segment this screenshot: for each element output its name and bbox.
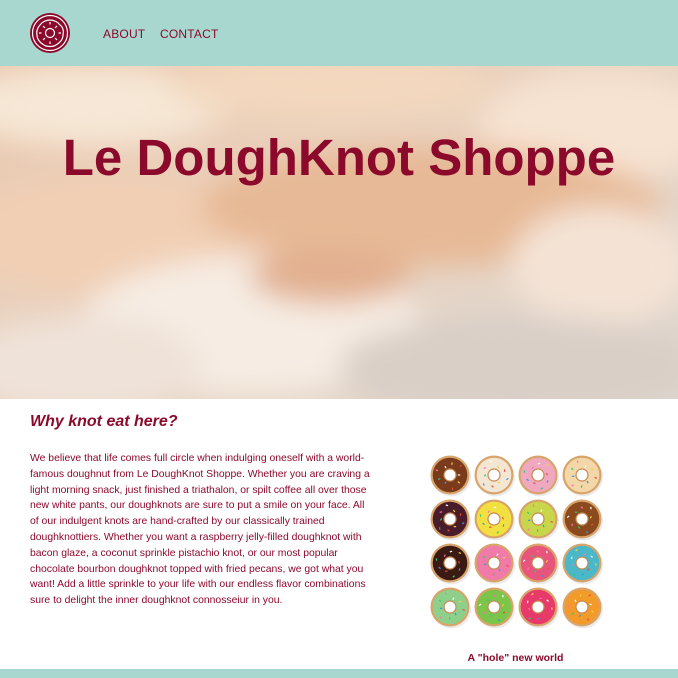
hero-title: Le DoughKnot Shoppe [62,129,616,186]
hero-background-image [0,66,678,399]
image-caption: A "hole" new world [467,652,564,664]
page: ABOUT CONTACT Le DoughKnot Shoppe Why kn… [0,0,678,678]
nav-about-link[interactable]: ABOUT [103,27,145,41]
donut-logo-icon[interactable] [29,12,71,54]
donut-grid-image [418,450,613,645]
hero-banner: Le DoughKnot Shoppe [0,66,678,399]
footer-strip [0,669,678,678]
site-header: ABOUT CONTACT [0,0,678,66]
nav-contact-link[interactable]: CONTACT [160,27,219,41]
section-heading: Why knot eat here? [30,413,178,430]
section-body-text: We believe that life comes full circle w… [30,453,370,607]
